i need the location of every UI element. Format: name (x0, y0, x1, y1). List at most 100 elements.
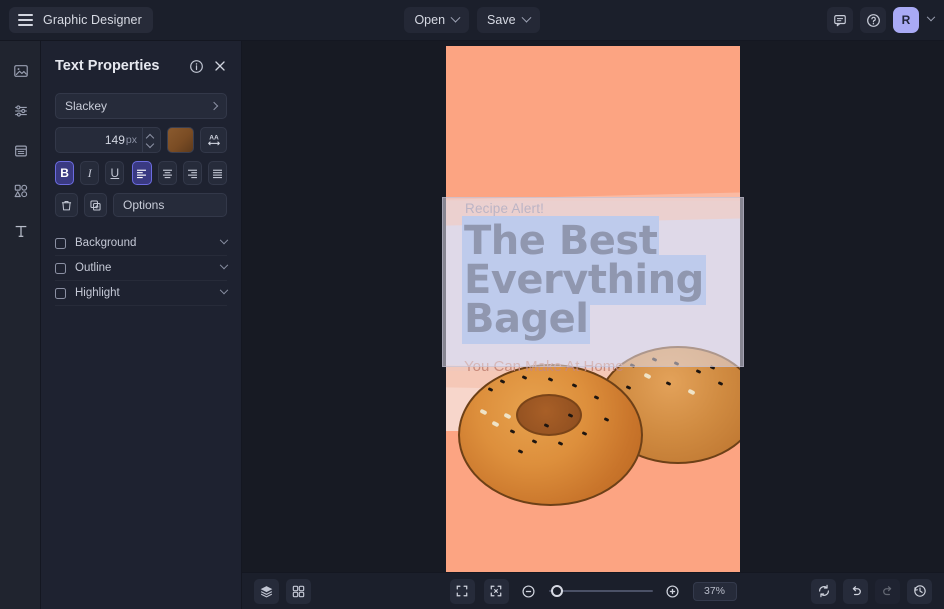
options-label: Options (123, 198, 165, 212)
canvas-headline-text[interactable]: The Best Everything Bagel (464, 218, 729, 343)
panel-header: Text Properties (55, 51, 227, 81)
highlight-label: Highlight (75, 287, 120, 299)
highlight-checkbox[interactable] (55, 287, 66, 299)
sync-button[interactable] (811, 578, 836, 604)
options-select[interactable]: Options (113, 193, 227, 217)
canvas-subline-text[interactable]: You Can Make At Home (464, 358, 624, 375)
letter-spacing-button[interactable]: AA (200, 127, 227, 153)
artboard[interactable]: Recipe Alert! The Best Everything Bagel … (446, 46, 740, 572)
text-actions-row: Options (55, 193, 227, 217)
chevron-down-icon (450, 12, 461, 23)
align-left-icon (137, 169, 147, 178)
font-size-unit: px (125, 134, 137, 146)
top-bar: Graphic Designer Open Save R (0, 0, 944, 41)
info-circle-icon[interactable] (189, 59, 204, 74)
font-size-value: 149 (104, 133, 125, 147)
outline-label: Outline (75, 262, 112, 274)
background-checkbox[interactable] (55, 237, 66, 249)
bottom-bar-left (254, 578, 311, 604)
canvas-kicker-text[interactable]: Recipe Alert! (465, 201, 544, 216)
align-justify-icon (212, 169, 222, 178)
fit-screen-icon (456, 585, 468, 597)
toggle-outline[interactable]: Outline (55, 256, 229, 281)
undo-icon (852, 586, 861, 596)
duplicate-icon (90, 199, 101, 211)
toggle-highlight[interactable]: Highlight (55, 281, 229, 306)
italic-button[interactable]: I (80, 161, 100, 185)
duplicate-button[interactable] (84, 193, 107, 217)
align-justify-button[interactable] (207, 161, 227, 185)
left-tool-rail (0, 41, 41, 609)
zoom-level-display[interactable]: 37% (692, 581, 737, 601)
sidebar-item-adjustments[interactable] (0, 91, 41, 131)
zoom-slider[interactable] (548, 584, 653, 598)
font-family-value: Slackey (65, 99, 108, 113)
sync-icon (818, 584, 829, 598)
stepper-up-icon[interactable] (147, 134, 154, 139)
history-button[interactable] (907, 578, 932, 604)
sidebar-item-images[interactable] (0, 51, 41, 91)
undo-button[interactable] (843, 578, 868, 604)
fit-screen-button[interactable] (449, 578, 475, 604)
zoom-in-icon (666, 584, 679, 598)
open-menu-button[interactable]: Open (404, 7, 470, 33)
letter-spacing-icon: AA (207, 135, 220, 146)
chevron-down-icon[interactable] (219, 260, 229, 270)
sidebar-item-elements[interactable] (0, 171, 41, 211)
redo-icon (882, 586, 891, 596)
redo-button[interactable] (875, 578, 900, 604)
document-icon (14, 145, 27, 157)
fit-selection-button[interactable] (483, 578, 509, 604)
font-size-stepper[interactable] (142, 128, 156, 152)
align-right-button[interactable] (182, 161, 202, 185)
chevron-down-icon[interactable] (219, 285, 229, 295)
chevron-right-icon (209, 101, 219, 111)
sliders-icon (14, 105, 27, 117)
history-icon (913, 585, 926, 597)
align-left-button[interactable] (132, 161, 152, 185)
toggle-background[interactable]: Background (55, 231, 229, 256)
bold-button[interactable]: B (55, 161, 75, 185)
zoom-in-button[interactable] (662, 580, 684, 602)
text-color-swatch[interactable] (167, 127, 194, 153)
sidebar-item-text[interactable] (0, 211, 41, 251)
panel-title: Text Properties (55, 58, 160, 74)
font-size-row: 149 px AA (55, 127, 227, 153)
underline-button[interactable]: U (105, 161, 125, 185)
layers-button[interactable] (254, 578, 279, 604)
stepper-down-icon[interactable] (147, 142, 154, 147)
sidebar-item-pages[interactable] (0, 131, 41, 171)
zoom-slider-handle[interactable] (550, 585, 563, 597)
text-style-row: B I U (55, 161, 227, 185)
top-bar-menus: Open Save (0, 7, 944, 33)
svg-text:AA: AA (209, 135, 219, 142)
panel-header-actions (189, 59, 227, 74)
align-center-icon (162, 169, 172, 178)
delete-button[interactable] (55, 193, 78, 217)
zoom-out-button[interactable] (518, 580, 540, 602)
open-menu-label: Open (414, 13, 446, 27)
text-icon (15, 225, 26, 237)
bottom-bar-right (811, 578, 932, 604)
save-menu-button[interactable]: Save (477, 7, 540, 33)
grid-icon (292, 585, 305, 597)
shapes-icon (14, 184, 27, 198)
align-center-button[interactable] (157, 161, 177, 185)
headline-line-3: Bagel (464, 296, 589, 343)
app-window: Graphic Designer Open Save R Text Proper… (0, 0, 944, 609)
bagel-image-front[interactable] (458, 364, 643, 506)
outline-checkbox[interactable] (55, 262, 66, 274)
bagel-seeds (460, 366, 641, 504)
bottom-bar: 37% (242, 572, 944, 609)
chevron-down-icon[interactable] (219, 235, 229, 245)
font-size-input[interactable]: 149 px (55, 127, 161, 153)
trash-icon (61, 200, 72, 210)
font-family-select[interactable]: Slackey (55, 93, 227, 119)
image-icon (13, 65, 28, 77)
save-menu-label: Save (487, 13, 516, 27)
canvas-area[interactable]: Recipe Alert! The Best Everything Bagel … (242, 41, 944, 572)
grid-view-button[interactable] (286, 578, 311, 604)
close-icon[interactable] (213, 59, 227, 73)
chevron-down-icon (521, 12, 531, 23)
zoom-slider-track (548, 590, 653, 592)
